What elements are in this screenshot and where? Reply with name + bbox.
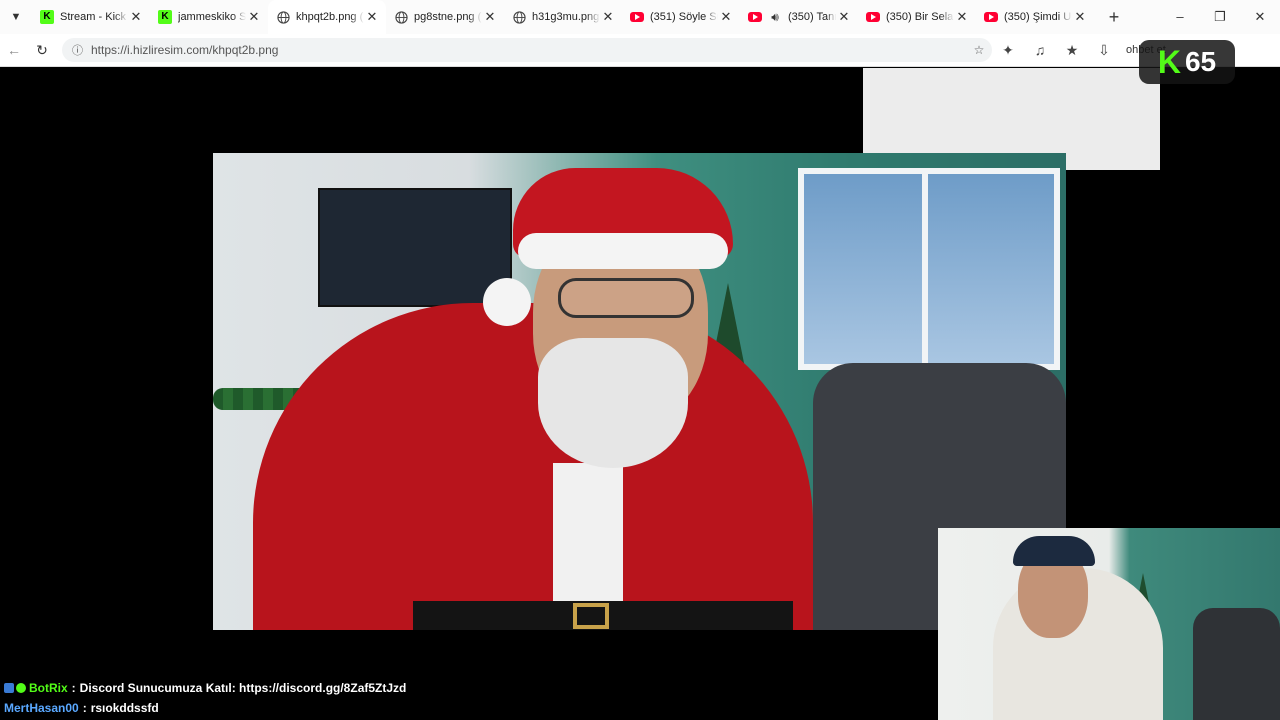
tab-title: khpqt2b.png (10: [296, 11, 364, 23]
tab-title: jammeskiko Stre: [178, 11, 246, 23]
tab-kick-jammeskiko[interactable]: K jammeskiko Stre ✕: [150, 0, 268, 34]
close-icon[interactable]: ✕: [128, 9, 144, 25]
youtube-icon: [984, 10, 998, 24]
webcam-chair: [1193, 608, 1280, 720]
favorites-icon[interactable]: ★: [1056, 42, 1088, 59]
tab-title: h31g3mu.png (1: [532, 11, 600, 23]
viewer-count: 65: [1184, 46, 1217, 77]
plus-icon: +: [1108, 6, 1120, 27]
tab-strip: ▼ K Stream - Kick Da ✕ K jammeskiko Stre…: [0, 0, 1280, 34]
tab-title: (350) Tanrı: [788, 11, 836, 23]
tv-screen: [318, 188, 512, 307]
hat-pompom: [483, 278, 531, 326]
glasses: [558, 278, 694, 318]
hat-band: [518, 233, 728, 269]
chat-separator: :: [71, 681, 76, 695]
chat-text: rsıokddssfd: [90, 701, 159, 715]
close-icon[interactable]: ✕: [1072, 9, 1088, 25]
back-button[interactable]: ←: [0, 42, 28, 58]
close-icon[interactable]: ✕: [718, 9, 734, 25]
kick-icon: K: [158, 10, 172, 24]
extensions-icon[interactable]: ✦: [992, 42, 1024, 59]
restore-button[interactable]: ❐: [1200, 0, 1240, 34]
chat-username: MertHasan00: [4, 701, 79, 715]
kick-viewer-badge: K 65: [1139, 40, 1235, 84]
close-icon[interactable]: ✕: [954, 9, 970, 25]
browser-toolbar: ← ↻ ⓘ https://i.hizliresim.com/khpqt2b.p…: [0, 34, 1280, 67]
tab-youtube-simdi[interactable]: (350) Şimdi Uza ✕: [976, 0, 1094, 34]
tab-title: (351) Söyle Sun: [650, 11, 718, 23]
tab-pg8stne[interactable]: pg8stne.png (10 ✕: [386, 0, 504, 34]
tab-search-button[interactable]: ▼: [0, 0, 32, 34]
close-icon[interactable]: ✕: [364, 9, 380, 25]
globe-icon: [394, 10, 408, 24]
speaker-icon[interactable]: 🔊︎: [768, 10, 782, 24]
tab-title: Stream - Kick Da: [60, 11, 128, 23]
close-window-button[interactable]: ✕: [1240, 0, 1280, 34]
chat-separator: :: [82, 701, 87, 715]
youtube-icon: [630, 10, 644, 24]
youtube-icon: [748, 10, 762, 24]
url-text: https://i.hizliresim.com/khpqt2b.png: [91, 43, 279, 57]
globe-icon: [276, 10, 290, 24]
tab-title: (350) Bir Selam: [886, 11, 954, 23]
window-controls: – ❐ ✕: [1160, 0, 1280, 34]
tab-h31g3mu[interactable]: h31g3mu.png (1 ✕: [504, 0, 622, 34]
tab-title: (350) Şimdi Uza: [1004, 11, 1072, 23]
chat-text: Discord Sunucumuza Katıl: https://discor…: [79, 681, 407, 695]
verified-badge-icon: [16, 683, 26, 693]
reload-button[interactable]: ↻: [28, 42, 56, 59]
tab-khpqt2b[interactable]: khpqt2b.png (10 ✕: [268, 0, 386, 34]
close-icon[interactable]: ✕: [836, 9, 852, 25]
tab-title: pg8stne.png (10: [414, 11, 482, 23]
close-icon[interactable]: ✕: [600, 9, 616, 25]
downloads-icon[interactable]: ⇩: [1088, 42, 1120, 59]
new-tab-button[interactable]: +: [1094, 7, 1134, 28]
address-bar[interactable]: ⓘ https://i.hizliresim.com/khpqt2b.png ☆: [62, 38, 992, 62]
chat-overlay: BotRix : Discord Sunucumuza Katıl: https…: [0, 678, 428, 718]
site-info-icon[interactable]: ⓘ: [72, 42, 83, 58]
kick-logo-icon: K: [1157, 43, 1181, 80]
kick-icon: K: [40, 10, 54, 24]
favorite-star-icon[interactable]: ☆: [966, 43, 992, 57]
media-control-icon[interactable]: ♫: [1024, 42, 1056, 58]
chat-message: BotRix : Discord Sunucumuza Katıl: https…: [0, 678, 428, 698]
close-icon[interactable]: ✕: [246, 9, 262, 25]
tab-youtube-tanri[interactable]: 🔊︎ (350) Tanrı ✕: [740, 0, 858, 34]
minimize-button[interactable]: –: [1160, 0, 1200, 34]
webcam-overlay: [938, 528, 1280, 720]
chat-username: BotRix: [29, 681, 68, 695]
close-icon[interactable]: ✕: [482, 9, 498, 25]
tab-youtube-selam[interactable]: (350) Bir Selam ✕: [858, 0, 976, 34]
tab-kick-stream[interactable]: K Stream - Kick Da ✕: [32, 0, 150, 34]
youtube-icon: [866, 10, 880, 24]
tab-youtube-soyle[interactable]: (351) Söyle Sun ✕: [622, 0, 740, 34]
globe-icon: [512, 10, 526, 24]
chat-badges: [4, 683, 26, 693]
santa-beard: [538, 338, 688, 468]
frosted-window: [798, 168, 1060, 370]
santa-body: [253, 303, 813, 630]
chevron-down-icon: ▼: [10, 11, 22, 23]
bot-badge-icon: [4, 683, 14, 693]
streamer-cap: [1013, 536, 1095, 566]
chat-message: MertHasan00 : rsıokddssfd: [0, 698, 428, 718]
belt-buckle: [573, 603, 609, 629]
